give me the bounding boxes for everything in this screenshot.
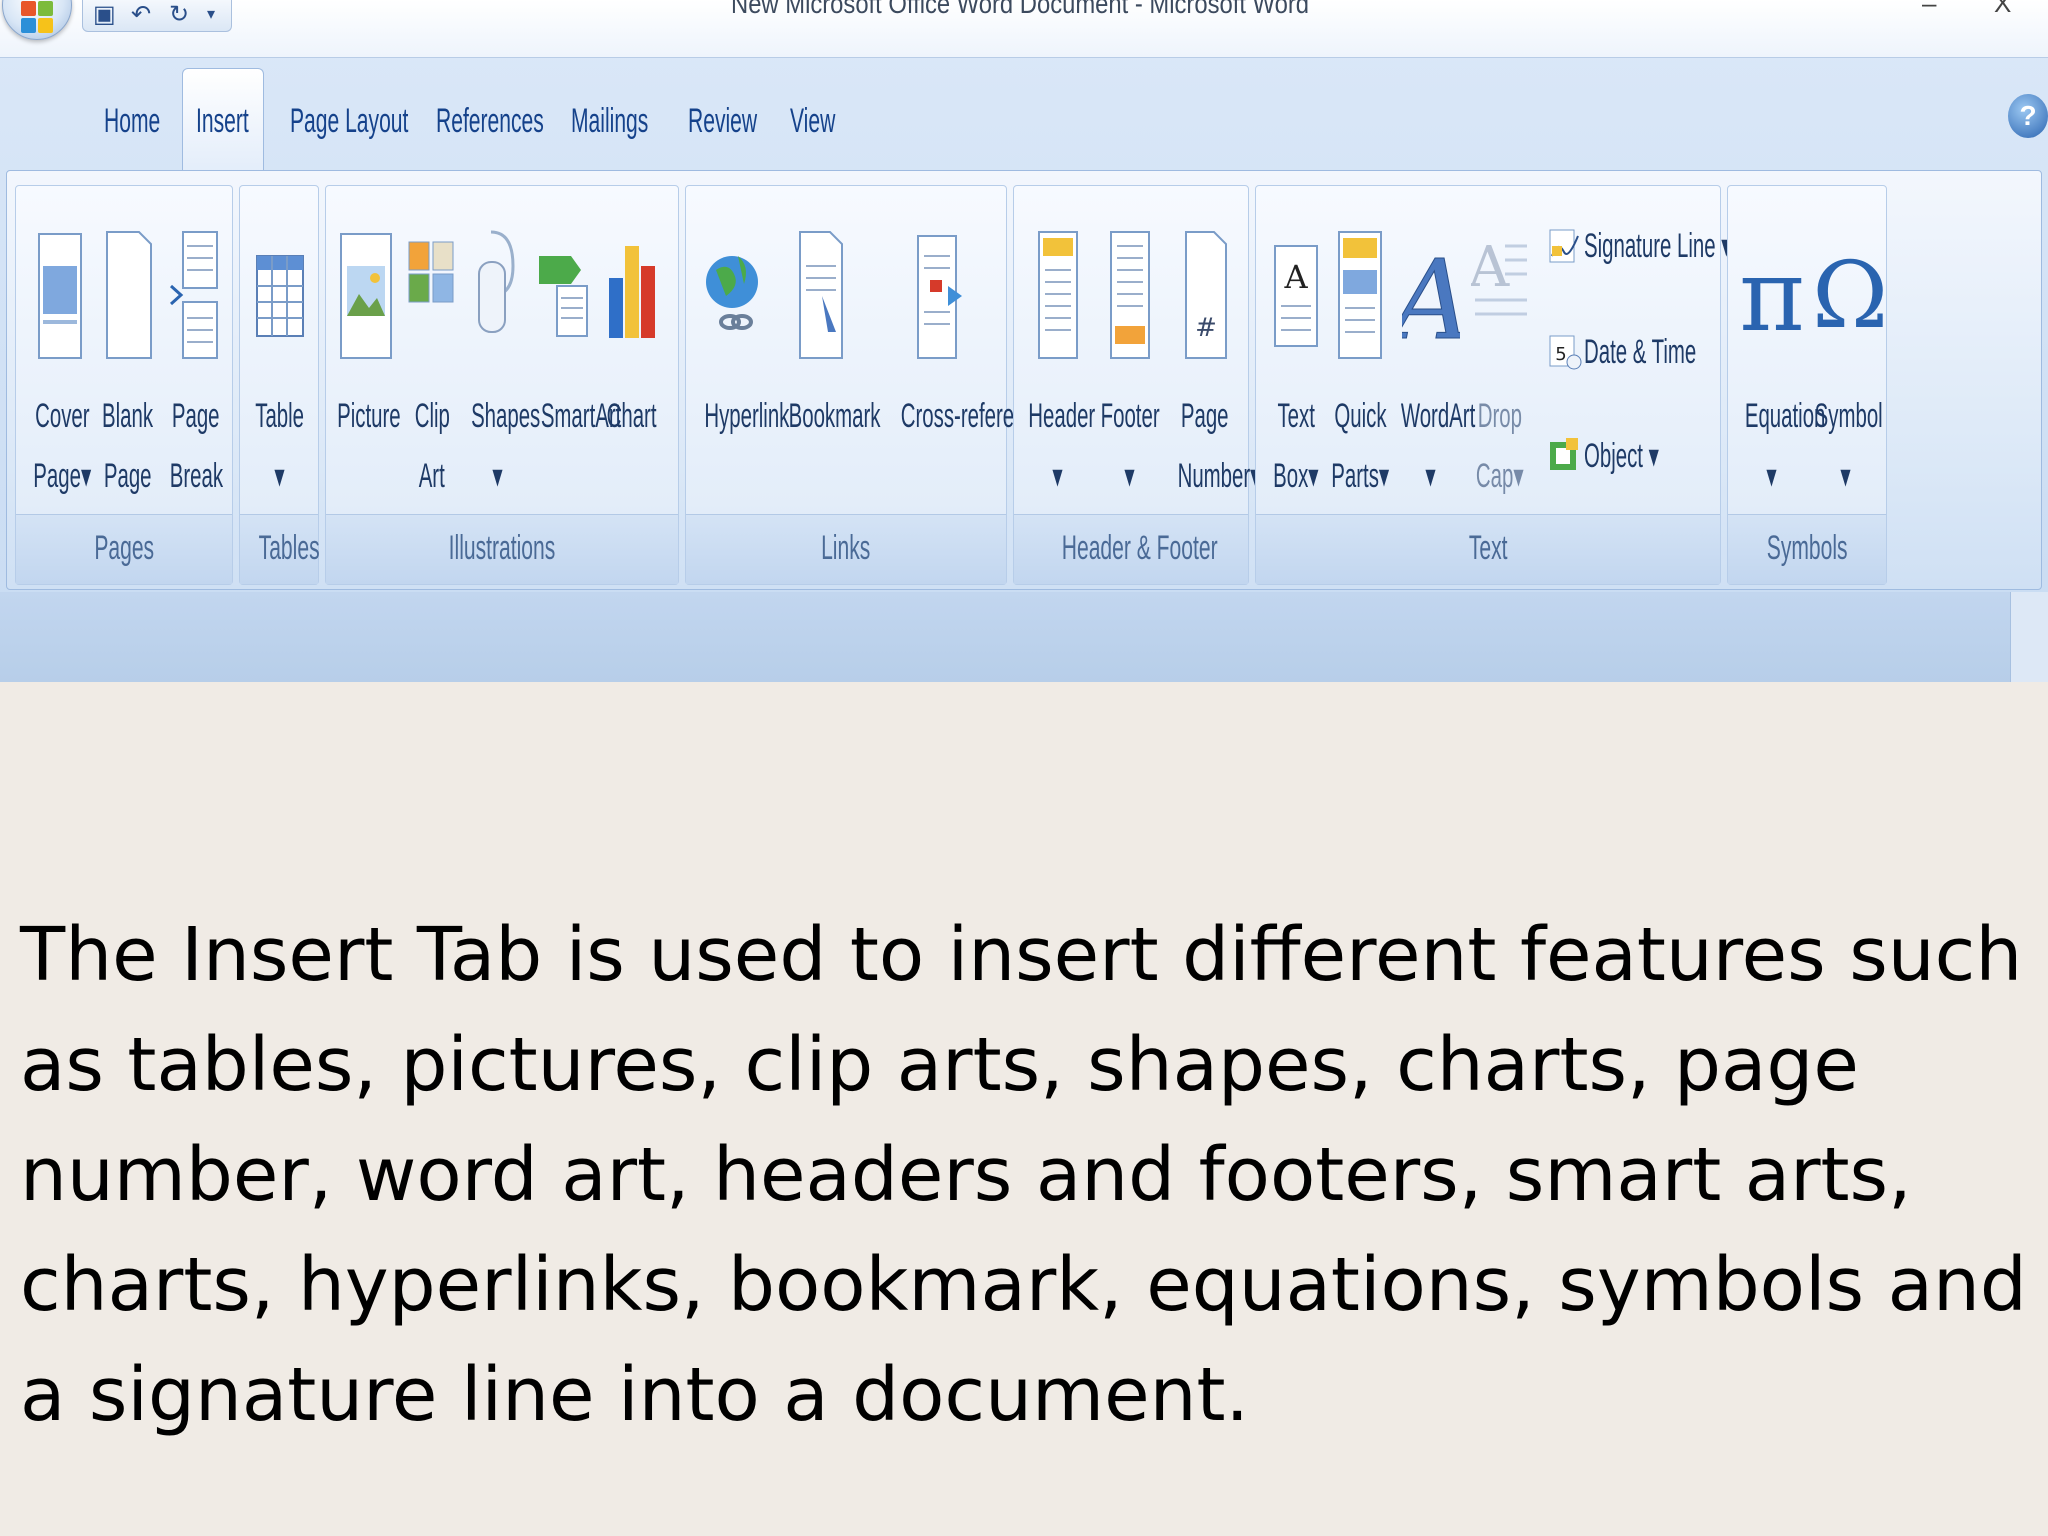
button-label: Cap▾ [1476,457,1524,495]
drop-cap-icon: A [1471,235,1527,316]
group-label-text: Text [1468,529,1508,567]
svg-text:A: A [1471,235,1510,300]
signature-line-label: Signature Line ▾ [1584,227,1732,265]
minimize-button[interactable]: – [1922,0,1936,19]
tab-page-layout[interactable]: Page Layout [290,98,408,154]
symbol-button[interactable]: Ω Symbol ▾ [1812,226,1889,506]
group-tables: Table ▾ Tables [239,185,320,585]
group-symbols: π Equation ▾ Ω Symbol ▾ Symbols [1727,185,1889,585]
close-button[interactable]: X [1994,0,2011,19]
help-icon[interactable]: ? [2008,94,2048,138]
chart-icon [609,246,655,338]
word-screenshot: ▣ ↶ ↻ ▾ New Microsoft Office Word Docume… [0,0,2048,682]
page-break-icon [169,231,218,359]
group-label-illustrations: Illustrations [448,529,556,567]
quick-parts-icon [1338,231,1382,359]
group-text: A TextBox▾ QuickParts▾ A WordArt▾ [1255,185,1731,585]
object-icon [1550,438,1578,470]
header-icon [1038,231,1078,359]
button-label: Art [418,457,446,495]
button-label: Page [172,397,220,435]
button-label: Break [169,457,223,495]
group-label-symbols: Symbols [1766,529,1848,567]
cross-reference-icon [917,235,962,359]
button-label: Table [255,397,305,435]
svg-text:A: A [1402,236,1460,364]
button-label: Clip [414,397,450,435]
button-label: ▾ [1766,457,1778,495]
group-label-tables: Tables [258,529,320,567]
button-label: ▾ [1840,457,1852,495]
chart-button[interactable]: Chart [602,226,662,506]
button-label: ▾ [1124,457,1136,495]
table-button[interactable]: Table ▾ [250,226,310,506]
page-number-button[interactable]: # Page Number▾ [1170,226,1260,506]
symbol-icon: Ω [1812,242,1889,349]
office-button[interactable] [2,0,72,40]
office-logo-icon [21,1,55,35]
title-bar: ▣ ↶ ↻ ▾ New Microsoft Office Word Docume… [0,0,2048,58]
wordart-icon: A [1402,236,1460,365]
group-label-links: Links [821,529,871,567]
date-time-label: Date & Time [1584,333,1697,371]
button-label: Chart [607,397,657,435]
tab-review[interactable]: Review [688,98,757,154]
group-label-pages: Pages [94,529,154,567]
customize-qat-chevron-icon[interactable]: ▾ [207,2,215,28]
drop-cap-button[interactable]: A Drop Cap▾ [1470,226,1530,506]
document-area-edge [0,592,2048,682]
cover-page-icon [38,233,82,359]
page-number-icon: # [1185,231,1227,359]
group-label-header-footer: Header & Footer [1061,529,1218,567]
quick-access-toolbar: ▣ ↶ ↻ ▾ [82,0,232,32]
button-label: Drop [1477,397,1523,435]
page-break-button[interactable]: Page Break [166,226,226,506]
slide-caption: The Insert Tab is used to insert differe… [20,912,2027,1438]
vertical-scrollbar[interactable] [2010,592,2048,682]
bookmark-icon [799,231,843,359]
group-header-footer: Header ▾ Footer ▾ # Page Number▾ Header & F… [1013,185,1260,585]
shapes-icon [478,230,515,333]
button-label: Page [104,457,152,495]
group-pages: Cover Page▾ Blank Page Page Break Pages [15,185,233,585]
clip-art-icon [408,241,454,303]
tab-view[interactable]: View [790,98,835,154]
svg-text:5: 5 [1555,344,1566,365]
tab-home[interactable]: Home [104,98,160,154]
button-label: Symbol [1814,397,1883,435]
date-time-icon: 5 [1549,335,1582,370]
button-label: ▾ [1425,457,1437,495]
object-label: Object ▾ [1584,437,1659,475]
button-label: Page [1181,397,1229,435]
tab-references[interactable]: References [436,98,544,154]
tab-insert[interactable]: Insert [196,98,249,154]
text-box-icon: A [1274,245,1318,347]
undo-icon[interactable]: ↶ [131,2,151,28]
window-title: New Microsoft Office Word Document - Mic… [731,0,1309,19]
smartart-icon [539,256,588,337]
footer-icon [1110,231,1150,359]
ribbon-tabs: Home Insert Page Layout References Maili… [0,58,2048,172]
signature-line-icon [1549,229,1579,263]
ribbon-insert: CoverPage▾ BlankPage PageBreak Pages [6,170,2042,590]
button-label: ▾ [274,457,286,495]
group-links: Hyperlink Bookmark Cross-reference Links [685,185,1047,585]
button-label: ▾ [1052,457,1064,495]
blank-page-icon [106,231,152,359]
picture-icon [340,233,392,359]
cross-reference-button[interactable]: Cross-reference [872,226,1047,506]
group-illustrations: Picture Clip Art Shapes ▾ SmartArt Chart… [325,185,679,585]
save-icon[interactable]: ▣ [93,2,116,28]
button-label: ▾ [492,457,504,495]
svg-text:#: # [1195,313,1217,343]
hyperlink-icon [706,256,758,330]
equation-icon: π [1739,237,1805,354]
table-icon [256,255,304,337]
svg-text:A: A [1283,258,1308,296]
redo-icon[interactable]: ↻ [169,2,189,28]
tab-mailings[interactable]: Mailings [571,98,648,154]
